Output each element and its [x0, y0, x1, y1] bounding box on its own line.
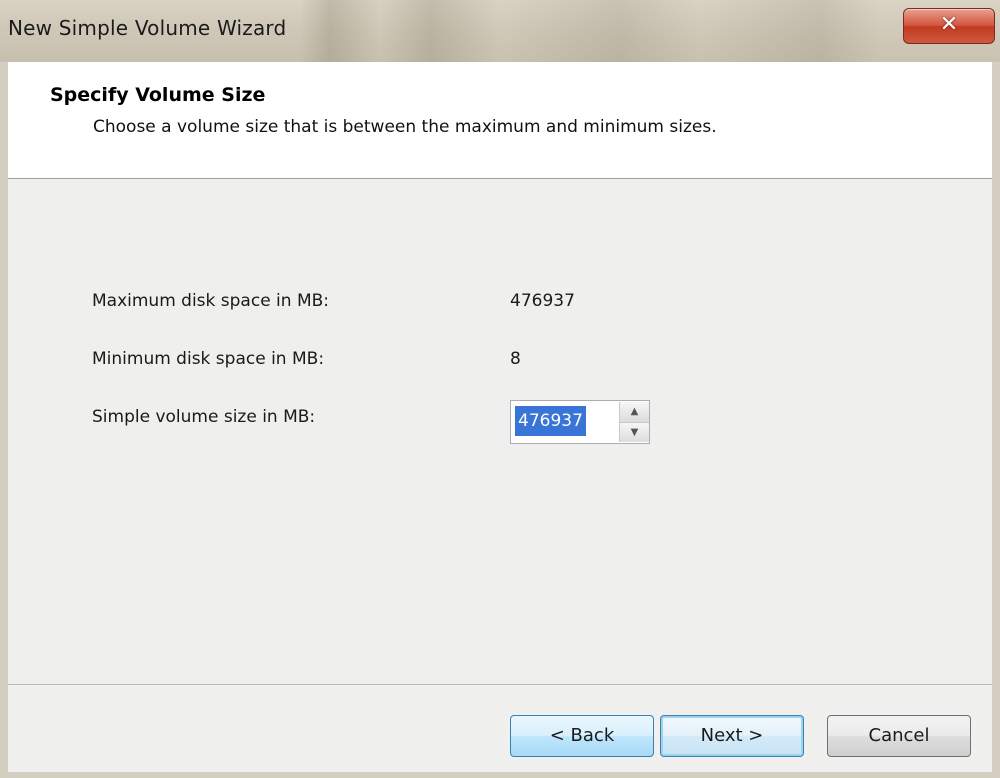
window-frame-left: [0, 62, 8, 778]
title-bar[interactable]: New Simple Volume Wizard ✕: [0, 0, 1000, 62]
wizard-body: Maximum disk space in MB: 476937 Minimum…: [8, 179, 992, 684]
arrow-down-icon: ▼: [630, 427, 639, 438]
page-title: Specify Volume Size: [50, 84, 266, 106]
window-title: New Simple Volume Wizard: [8, 16, 287, 40]
arrow-up-icon: ▲: [630, 406, 639, 417]
wizard-header: Specify Volume Size Choose a volume size…: [8, 62, 992, 179]
cancel-button[interactable]: Cancel: [827, 715, 971, 757]
wizard-footer: < Back Next > Cancel: [8, 684, 992, 778]
window-frame-bottom: [0, 772, 1000, 778]
max-disk-space-label: Maximum disk space in MB:: [92, 291, 330, 311]
close-button[interactable]: ✕: [903, 8, 995, 44]
page-subtitle: Choose a volume size that is between the…: [93, 117, 717, 137]
min-disk-space-label: Minimum disk space in MB:: [92, 349, 325, 369]
max-disk-space-value: 476937: [510, 291, 575, 311]
volume-size-input[interactable]: 476937: [515, 406, 586, 436]
stepper-down-button[interactable]: ▼: [619, 422, 649, 442]
min-disk-space-value: 8: [510, 349, 521, 369]
back-button[interactable]: < Back: [510, 715, 654, 757]
wizard-window: New Simple Volume Wizard ✕ Specify Volum…: [0, 0, 1000, 778]
volume-size-stepper[interactable]: 476937 ▲ ▼: [510, 400, 650, 444]
stepper-up-button[interactable]: ▲: [619, 402, 649, 422]
window-frame-right: [992, 62, 1000, 778]
close-icon: ✕: [939, 12, 959, 37]
next-button[interactable]: Next >: [660, 715, 804, 757]
volume-size-label: Simple volume size in MB:: [92, 407, 316, 427]
